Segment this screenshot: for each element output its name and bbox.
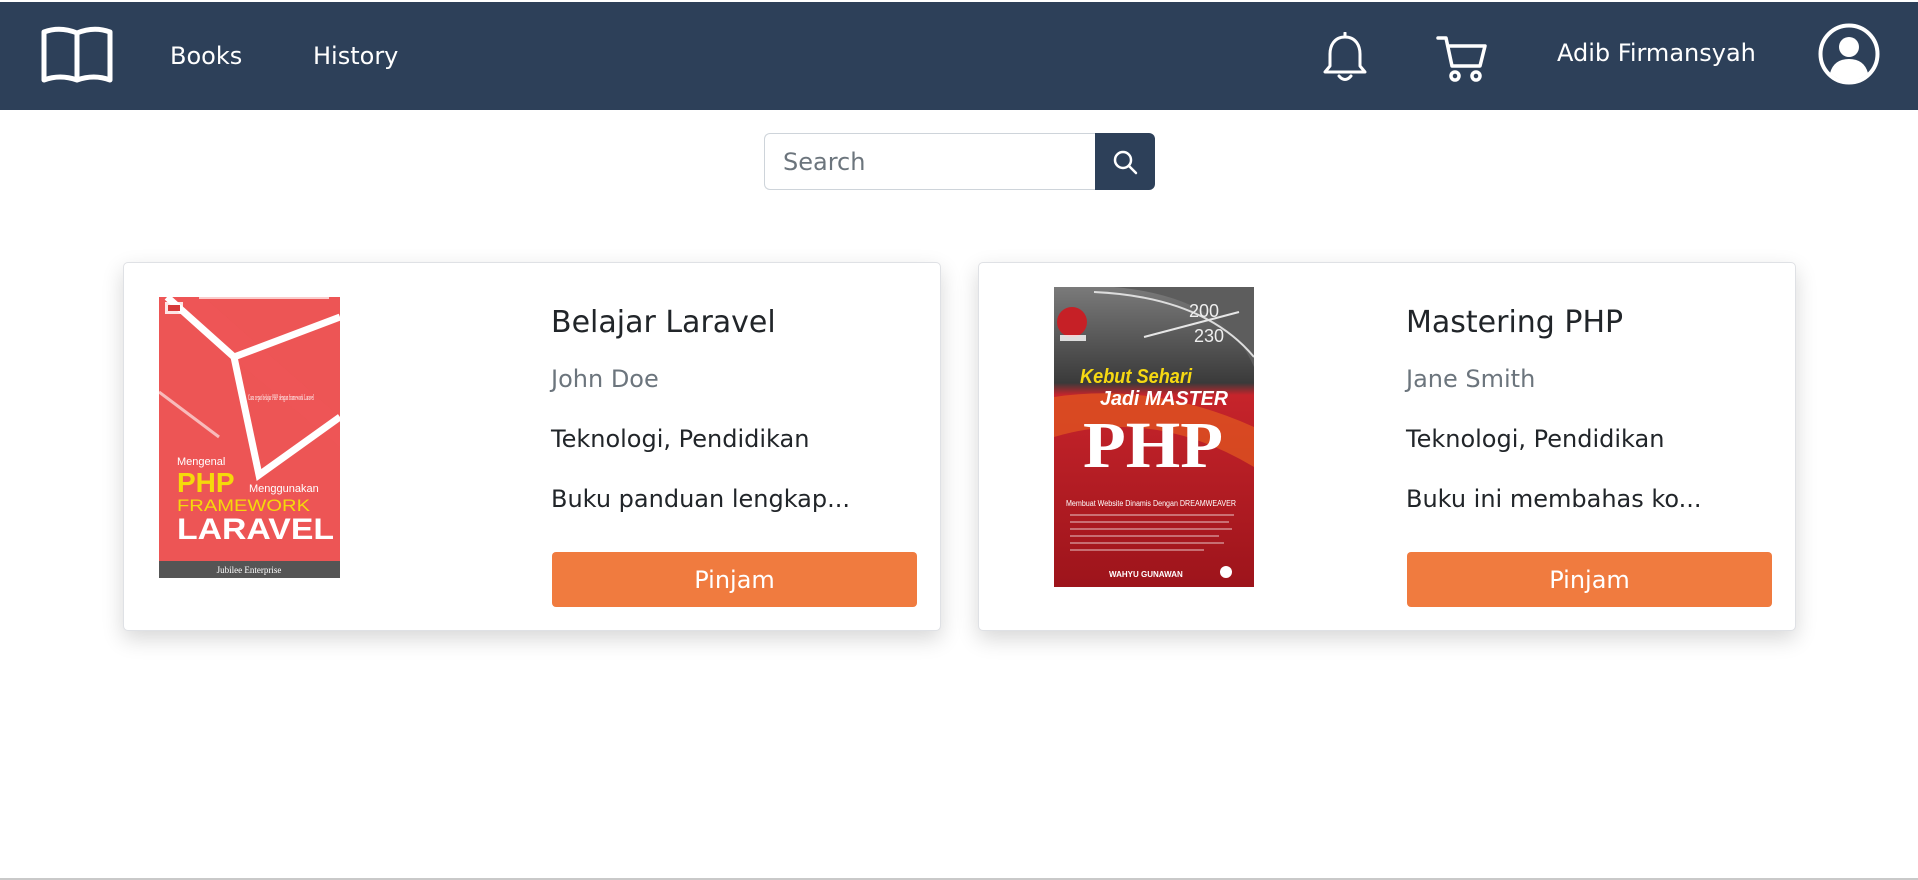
bell-icon[interactable] (1320, 32, 1370, 84)
navbar: Books History Adib Firmansyah (0, 2, 1918, 110)
card-body: Mastering PHP Jane Smith Teknologi, Pend… (1406, 303, 1776, 515)
cover-line-2: Jadi MASTER (1100, 388, 1229, 410)
cart-icon[interactable] (1435, 32, 1489, 84)
cover-author: WAHYU GUNAWAN (1109, 570, 1183, 579)
cover-line-3: Menggunakan (249, 483, 319, 495)
user-circle-icon[interactable] (1818, 23, 1880, 85)
borrow-button[interactable]: Pinjam (552, 552, 917, 607)
search-input[interactable] (764, 133, 1095, 190)
cover-line-1: Kebut Sehari (1080, 366, 1192, 388)
cover-line-5: LARAVEL (177, 513, 334, 546)
book-title: Mastering PHP (1406, 305, 1624, 340)
book-genres: Teknologi, Pendidikan (1406, 425, 1665, 453)
search-button[interactable] (1095, 133, 1155, 190)
cover-speed-1: 200 (1189, 301, 1219, 321)
book-cover-image: Cara cepat belajar PHP dengan framework … (159, 297, 340, 578)
cover-publisher: Jubilee Enterprise (217, 565, 282, 575)
nav-link-books[interactable]: Books (170, 40, 242, 72)
cover-line-3: PHP (1083, 409, 1223, 482)
nav-link-history[interactable]: History (313, 40, 398, 72)
book-description: Buku ini membahas ko... (1406, 485, 1702, 513)
book-cover-image: 200 230 Kebut Sehari Jadi MASTER PHP Mem… (1054, 287, 1254, 587)
search-icon (1113, 150, 1138, 174)
book-title: Belajar Laravel (551, 305, 776, 340)
open-book-icon[interactable] (40, 24, 114, 86)
borrow-button[interactable]: Pinjam (1407, 552, 1772, 607)
card-body: Belajar Laravel John Doe Teknologi, Pend… (551, 303, 921, 515)
book-genres: Teknologi, Pendidikan (551, 425, 810, 453)
book-author: Jane Smith (1406, 365, 1536, 393)
book-author: John Doe (551, 365, 659, 393)
cover-tagline: Cara cepat belajar PHP dengan framework … (248, 393, 314, 402)
book-description: Buku panduan lengkap... (551, 485, 851, 513)
cover-line-2: PHP (177, 467, 235, 498)
user-name[interactable]: Adib Firmansyah (1557, 37, 1756, 69)
cover-subtitle: Membuat Website Dinamis Dengan DREAMWEAV… (1066, 499, 1236, 508)
book-card: Cara cepat belajar PHP dengan framework … (123, 262, 941, 631)
cover-speed-2: 230 (1194, 326, 1224, 346)
search-bar (764, 133, 1155, 190)
book-card: 200 230 Kebut Sehari Jadi MASTER PHP Mem… (978, 262, 1796, 631)
